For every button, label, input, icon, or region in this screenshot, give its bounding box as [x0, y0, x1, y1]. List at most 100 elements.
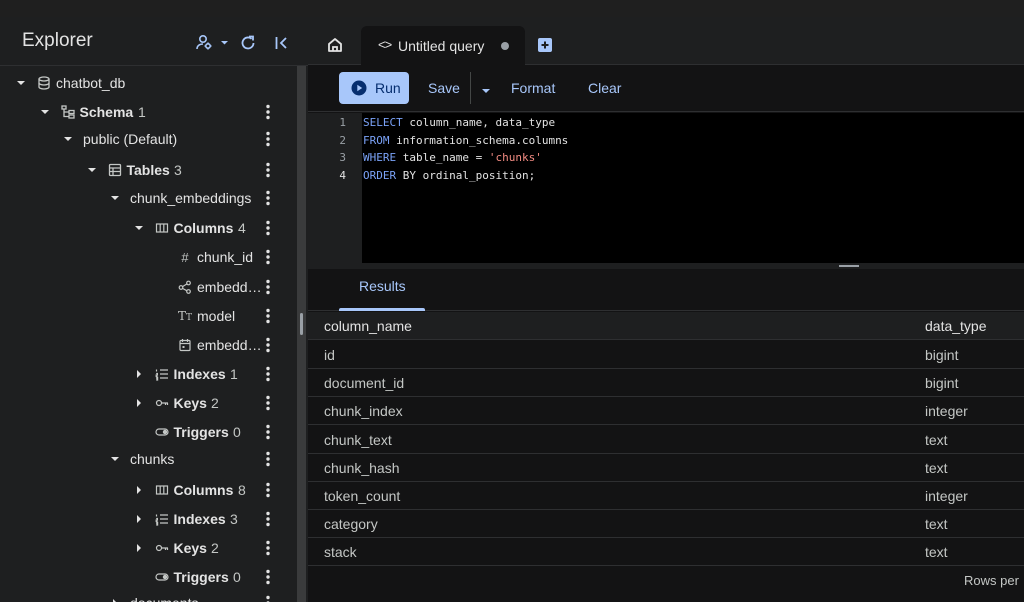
chevron-right-icon[interactable]: [132, 396, 146, 410]
tree-item-label: Tables: [126, 162, 170, 178]
tree-item-columns[interactable]: Columns 4: [0, 215, 296, 241]
clear-button[interactable]: Clear: [588, 80, 621, 96]
cell-column-name: id: [324, 347, 335, 363]
tree-item-count: 3: [174, 162, 182, 178]
code-line[interactable]: ORDER BY ordinal_position;: [363, 169, 535, 182]
sql-text: column_name, data_type: [402, 116, 556, 129]
more-options-icon[interactable]: [262, 247, 274, 267]
unsaved-dot-icon[interactable]: [501, 42, 509, 50]
collapse-panel-icon[interactable]: [271, 32, 293, 54]
tree-item-chunk-embeddings[interactable]: chunk_embeddings: [0, 185, 296, 211]
home-icon[interactable]: [326, 36, 346, 56]
toolbar-divider: [470, 72, 471, 104]
table-row[interactable]: chunk_index integer: [308, 397, 1024, 426]
refresh-icon[interactable]: [237, 32, 259, 54]
tree-item-triggers[interactable]: Triggers 0: [0, 419, 296, 445]
tree-item-count: 3: [230, 511, 238, 527]
run-button[interactable]: Run: [339, 72, 409, 104]
table-row[interactable]: chunk_text text: [308, 426, 1024, 454]
table-row[interactable]: id bigint: [308, 341, 1024, 369]
code-line[interactable]: SELECT column_name, data_type: [363, 116, 555, 129]
more-options-icon[interactable]: [262, 509, 274, 529]
sql-string: 'chunks': [488, 151, 542, 164]
tree-item-indexes[interactable]: Indexes 3: [0, 506, 296, 532]
chevron-right-icon[interactable]: [132, 541, 146, 555]
more-options-icon[interactable]: [262, 393, 274, 413]
code-line[interactable]: WHERE table_name = 'chunks': [363, 151, 542, 164]
table-row[interactable]: token_count integer: [308, 482, 1024, 510]
tree-item-documents[interactable]: documents: [0, 590, 296, 602]
cell-column-name: chunk_text: [324, 431, 392, 448]
tree-item-label: chunk_id: [197, 249, 254, 265]
table-row[interactable]: chunk_hash text: [308, 454, 1024, 482]
new-tab-icon[interactable]: [537, 37, 553, 53]
tree-item-label: Keys: [173, 540, 207, 556]
tree-item-count: 2: [211, 540, 219, 556]
more-options-icon[interactable]: [262, 306, 274, 326]
more-options-icon[interactable]: [262, 567, 274, 587]
format-button[interactable]: Format: [511, 80, 555, 96]
index-icon: [154, 366, 170, 382]
tree-item-schema[interactable]: Schema 1: [0, 99, 296, 125]
tree-item-tables[interactable]: Tables 3: [0, 157, 296, 183]
splitter-grip-icon[interactable]: [839, 265, 859, 267]
table-row[interactable]: document_id bigint: [308, 369, 1024, 398]
more-options-icon[interactable]: [262, 480, 274, 500]
tree-item-keys[interactable]: Keys 2: [0, 535, 296, 561]
chevron-down-icon[interactable]: [108, 452, 122, 466]
tree-item-embedd[interactable]: embedd…: [0, 274, 296, 300]
cell-data-type: bigint: [925, 375, 959, 392]
sql-text: BY ordinal_position;: [396, 169, 536, 182]
more-options-icon[interactable]: [262, 102, 274, 122]
chevron-down-icon[interactable]: [61, 132, 75, 146]
more-options-icon[interactable]: [262, 188, 274, 208]
chevron-down-icon[interactable]: [38, 105, 52, 119]
chevron-down-icon[interactable]: [108, 191, 122, 205]
tree-item-keys[interactable]: Keys 2: [0, 390, 296, 416]
more-options-icon[interactable]: [262, 160, 274, 180]
tree-item-count: 8: [238, 482, 246, 498]
chevron-down-icon[interactable]: [85, 163, 99, 177]
more-options-icon[interactable]: [262, 593, 274, 602]
save-button[interactable]: Save: [428, 80, 460, 96]
more-options-icon[interactable]: [262, 449, 274, 469]
query-toolbar: Run Save Format Clear: [308, 66, 1024, 112]
tab-untitled-query[interactable]: <> Untitled query: [361, 26, 525, 66]
tree-item-label: Indexes: [173, 366, 226, 382]
chevron-right-icon[interactable]: [132, 512, 146, 526]
tree-item-chunks[interactable]: chunks: [0, 446, 296, 472]
tree-item-embedd[interactable]: embedd…: [0, 332, 296, 358]
sql-editor[interactable]: 1 2 3 4 SELECT column_name, data_type FROM in…: [308, 113, 1024, 263]
tree-scrollbar-thumb[interactable]: [300, 313, 303, 335]
chevron-down-icon[interactable]: [14, 76, 28, 90]
tree-item-label: Columns: [173, 482, 234, 498]
tree-item-public-default[interactable]: public (Default): [0, 126, 296, 152]
more-options-icon[interactable]: [262, 364, 274, 384]
more-options-icon[interactable]: [262, 218, 274, 238]
tree-item-chunk-id[interactable]: # chunk_id: [0, 244, 296, 270]
column-header-column-name[interactable]: column_name: [324, 318, 412, 334]
chevron-right-icon[interactable]: [108, 596, 122, 602]
connection-settings-icon[interactable]: [194, 32, 230, 54]
chevron-right-icon[interactable]: [132, 367, 146, 381]
table-row[interactable]: stack text: [308, 538, 1024, 567]
tree-item-indexes[interactable]: Indexes 1: [0, 361, 296, 387]
tree-item-columns[interactable]: Columns 8: [0, 477, 296, 503]
more-options-icon[interactable]: [262, 538, 274, 558]
vector-icon: [177, 279, 193, 295]
code-line[interactable]: FROM information_schema.columns: [363, 134, 568, 147]
tree-item-triggers[interactable]: Triggers 0: [0, 564, 296, 590]
tab-results[interactable]: Results: [359, 278, 406, 294]
more-options-icon[interactable]: [262, 422, 274, 442]
more-options-icon[interactable]: [262, 129, 274, 149]
save-options-dropdown-icon[interactable]: [481, 83, 491, 93]
tree-item-model[interactable]: TT model: [0, 303, 296, 329]
chevron-down-icon[interactable]: [132, 221, 146, 235]
table-row[interactable]: category text: [308, 510, 1024, 539]
tree-item-chatbot-db[interactable]: chatbot_db: [0, 70, 296, 96]
more-options-icon[interactable]: [262, 335, 274, 355]
run-label: Run: [375, 80, 401, 96]
chevron-right-icon[interactable]: [132, 483, 146, 497]
column-header-data-type[interactable]: data_type: [925, 318, 987, 334]
more-options-icon[interactable]: [262, 277, 274, 297]
